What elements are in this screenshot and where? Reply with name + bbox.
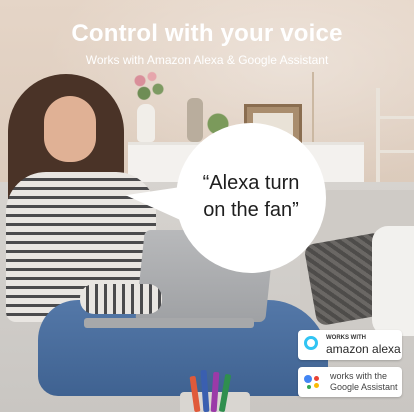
white-pillow <box>372 226 414 336</box>
alexa-ring-icon <box>304 336 318 350</box>
speech-line-1: “Alexa turn <box>202 172 300 194</box>
ladder-shelf <box>376 88 414 186</box>
woman-arm <box>80 284 162 314</box>
tall-vase <box>187 98 203 142</box>
alexa-badge: WORKS WITH amazon alexa <box>298 330 402 360</box>
alexa-badge-small-text: WORKS WITH <box>326 335 366 341</box>
alexa-badge-text: amazon alexa <box>326 342 401 356</box>
google-assistant-icon <box>304 375 322 389</box>
speech-bubble-text: “Alexa turn on the fan” <box>176 170 326 224</box>
lamp <box>312 72 332 142</box>
page-subtitle: Works with Amazon Alexa & Google Assista… <box>85 53 329 67</box>
google-assistant-badge: works with the Google Assistant <box>298 367 402 397</box>
google-badge-line-1: works with the <box>330 371 388 381</box>
pencils <box>188 368 240 412</box>
woman-face <box>44 96 96 162</box>
page-title: Control with your voice <box>71 20 343 47</box>
google-badge-line-2: Google Assistant <box>330 382 398 392</box>
laptop-base <box>84 318 254 328</box>
flowers <box>128 66 168 108</box>
white-vase <box>137 104 155 142</box>
speech-line-2: on the fan” <box>203 199 299 221</box>
